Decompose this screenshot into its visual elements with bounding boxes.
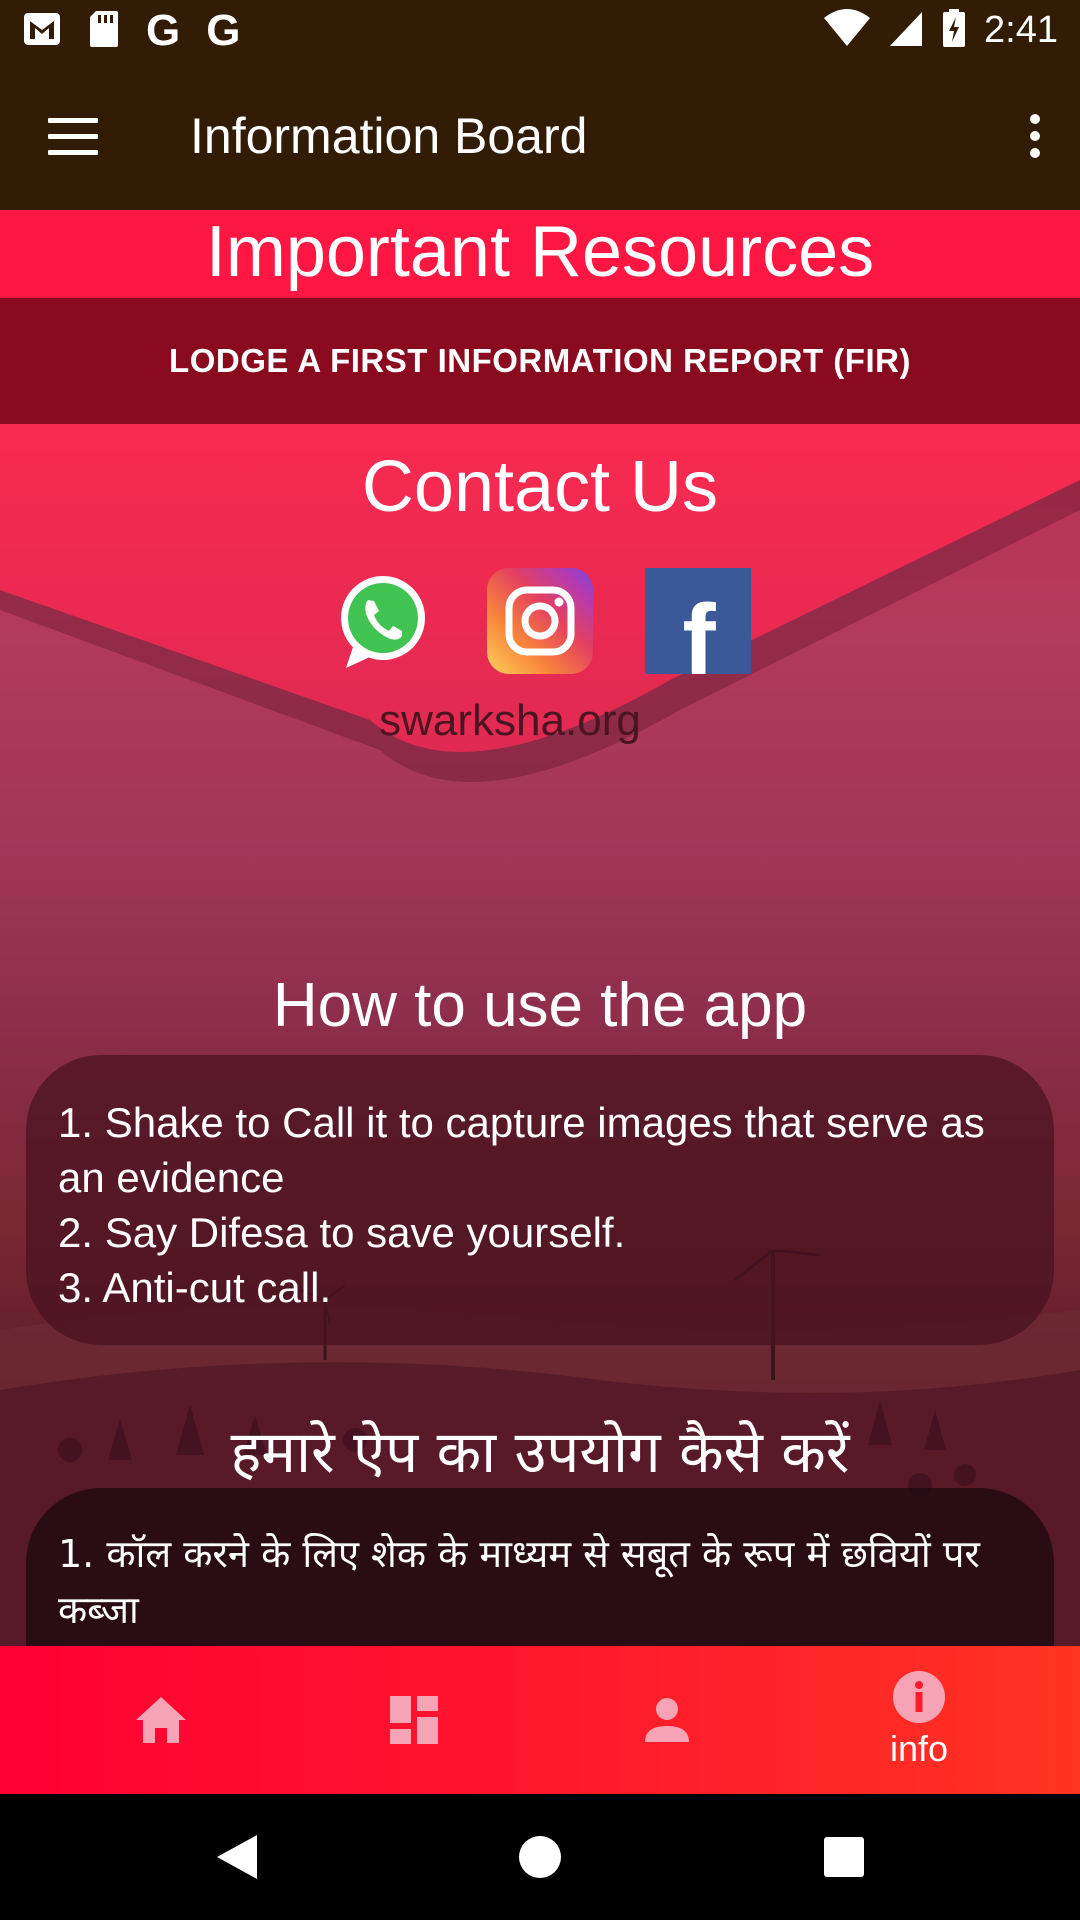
banner-title: Important Resources: [205, 212, 875, 292]
bottom-navigation: info: [0, 1646, 1080, 1794]
nav-dashboard[interactable]: [279, 1646, 549, 1794]
website-link[interactable]: swarksha.org: [0, 696, 1020, 746]
home-icon: [136, 1697, 186, 1743]
gmail-icon: [22, 9, 62, 53]
nav-info-label: info: [889, 1728, 949, 1769]
clock: 2:41: [984, 8, 1058, 51]
dashboard-icon: [390, 1696, 438, 1744]
how-to-use-hindi-steps: 1. कॉल करने के लिए शेक के माध्यम से सबूत…: [58, 1526, 1018, 1638]
list-item: 3. Anti-cut call.: [58, 1264, 332, 1311]
google-icon: G: [146, 6, 181, 55]
app-bar: Information Board: [0, 63, 1080, 210]
wifi-icon: [824, 8, 871, 52]
system-navigation-bar: [0, 1794, 1080, 1920]
notification-icons: G G: [22, 8, 240, 54]
overflow-menu-icon[interactable]: [1030, 114, 1042, 158]
facebook-icon[interactable]: f: [645, 568, 751, 696]
back-icon: [217, 1835, 257, 1879]
square-icon: [824, 1837, 864, 1877]
cell-signal-icon: [888, 8, 924, 52]
nav-profile[interactable]: [532, 1646, 802, 1794]
facebook-letter: f: [682, 584, 716, 674]
battery-charging-icon: [942, 8, 966, 52]
contact-us-title: Contact Us: [361, 447, 719, 527]
lodge-fir-button[interactable]: LODGE A FIRST INFORMATION REPORT (FIR): [0, 298, 1080, 424]
whatsapp-icon[interactable]: [328, 568, 434, 674]
main-content[interactable]: Important Resources LODGE A FIRST INFORM…: [0, 210, 1080, 1646]
lodge-fir-label: LODGE A FIRST INFORMATION REPORT (FIR): [169, 342, 911, 379]
home-button[interactable]: [470, 1794, 610, 1920]
info-icon: [893, 1671, 945, 1723]
status-bar: G G 2:41: [0, 0, 1080, 63]
sd-card-icon: [88, 9, 120, 53]
list-item: 1. कॉल करने के लिए शेक के माध्यम से सबूत…: [58, 1532, 980, 1632]
nav-home[interactable]: [26, 1646, 296, 1794]
how-to-use-hindi-title: हमारे ऐप का उपयोग कैसे करें: [230, 1418, 850, 1486]
how-to-use-title: How to use the app: [272, 971, 808, 1040]
important-resources-banner: Important Resources: [0, 210, 1080, 298]
menu-icon[interactable]: [48, 118, 98, 155]
how-to-use-steps: 1. Shake to Call it to capture images th…: [58, 1095, 1018, 1315]
nav-info[interactable]: info: [784, 1646, 1054, 1794]
instagram-icon[interactable]: [487, 568, 593, 674]
system-status: 2:41: [824, 8, 1058, 52]
list-item: 2. Say Difesa to save yourself.: [58, 1209, 626, 1256]
back-button[interactable]: [167, 1794, 307, 1920]
list-item: 1. Shake to Call it to capture images th…: [58, 1099, 985, 1201]
circle-icon: [519, 1836, 561, 1878]
google-icon: G: [206, 6, 241, 55]
page-title: Information Board: [190, 108, 588, 164]
recents-button[interactable]: [774, 1794, 914, 1920]
person-icon: [645, 1698, 689, 1742]
